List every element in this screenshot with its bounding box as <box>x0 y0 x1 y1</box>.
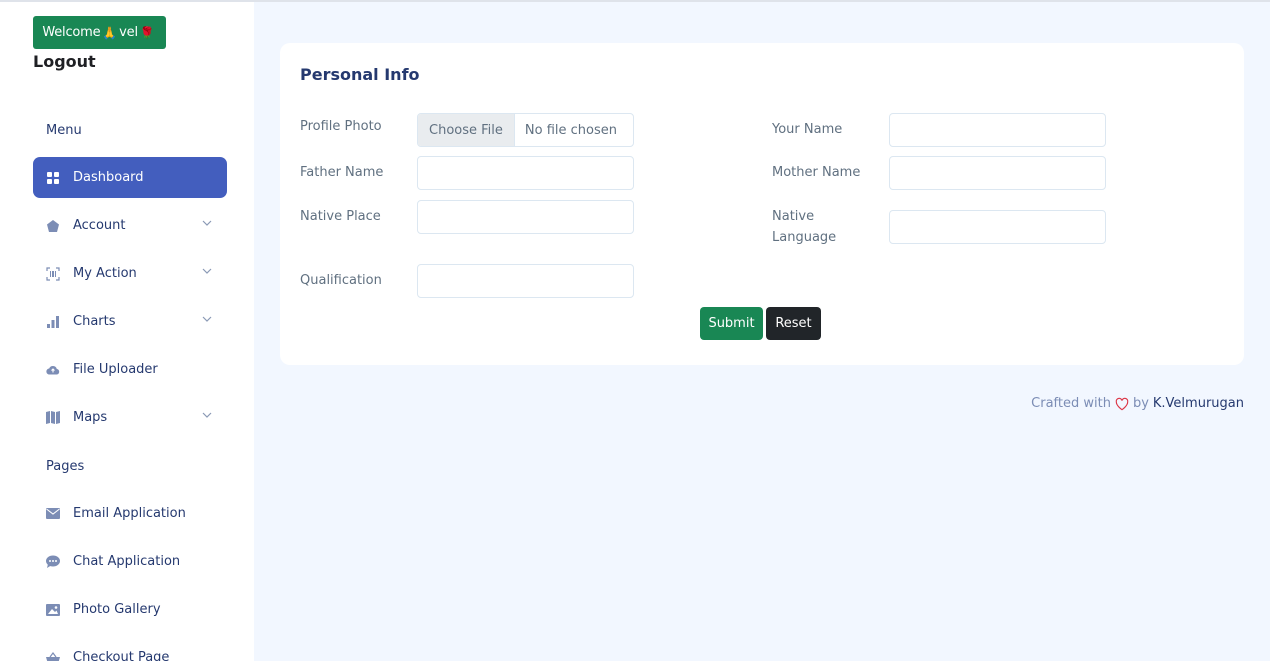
author-link[interactable]: K.Velmurugan <box>1153 396 1244 411</box>
map-icon <box>46 411 60 425</box>
rose-emoji: 🌹 <box>139 25 155 40</box>
qualification-label: Qualification <box>300 273 382 288</box>
welcome-text: Welcome <box>42 25 101 40</box>
menu-section-title: Menu <box>46 123 82 138</box>
sidebar-item-dashboard[interactable]: Dashboard <box>33 157 227 198</box>
mother-name-label: Mother Name <box>772 165 861 180</box>
sidebar-item-photo-gallery[interactable]: Photo Gallery <box>33 589 227 630</box>
choose-file-button[interactable]: Choose File <box>418 114 515 146</box>
logout-link[interactable]: Logout <box>33 52 96 71</box>
chevron-down-icon <box>202 316 212 322</box>
sidebar-item-label: My Action <box>73 266 137 281</box>
personal-info-card: Personal Info Profile Photo Choose File … <box>280 43 1244 365</box>
grid-icon <box>46 171 60 185</box>
sidebar-item-maps[interactable]: Maps <box>33 397 227 438</box>
welcome-badge: Welcome 🙏 vel 🌹 <box>33 16 166 49</box>
envelope-icon <box>46 507 60 521</box>
your-name-label: Your Name <box>772 122 843 137</box>
sidebar-item-email-application[interactable]: Email Application <box>33 493 227 534</box>
sidebar-item-charts[interactable]: Charts <box>33 301 227 342</box>
welcome-user: vel <box>119 25 138 40</box>
bar-chart-icon <box>46 315 60 329</box>
cloud-upload-icon <box>46 363 60 377</box>
sidebar-item-label: Dashboard <box>73 170 144 185</box>
sidebar-item-file-uploader[interactable]: File Uploader <box>33 349 227 390</box>
barcode-icon <box>46 266 60 281</box>
pages-section-title: Pages <box>46 459 85 474</box>
pray-emoji: 🙏 <box>102 25 118 40</box>
native-language-label: Native Language <box>772 206 836 248</box>
card-title: Personal Info <box>300 65 420 84</box>
native-language-input[interactable] <box>889 210 1106 244</box>
sidebar-item-checkout-page[interactable]: Checkout Page <box>33 637 227 661</box>
sidebar-item-label: Charts <box>73 314 116 329</box>
mother-name-input[interactable] <box>889 156 1106 190</box>
sidebar-item-chat-application[interactable]: Chat Application <box>33 541 227 582</box>
native-language-label-line2: Language <box>772 230 837 245</box>
profile-photo-label: Profile Photo <box>300 119 382 134</box>
native-place-label: Native Place <box>300 209 381 224</box>
chat-icon <box>46 555 60 569</box>
native-place-input[interactable] <box>417 200 634 234</box>
sidebar-item-label: Email Application <box>73 506 186 521</box>
chevron-down-icon <box>202 268 212 274</box>
sidebar-item-label: Account <box>73 218 126 233</box>
your-name-input[interactable] <box>889 113 1106 147</box>
sidebar: Welcome 🙏 vel 🌹 Logout Menu Dashboard Ac… <box>0 2 254 661</box>
sidebar-item-label: File Uploader <box>73 362 158 377</box>
father-name-label: Father Name <box>300 165 384 180</box>
profile-photo-file-input[interactable]: Choose File No file chosen <box>417 113 634 147</box>
sidebar-item-label: Maps <box>73 410 108 425</box>
sidebar-item-my-action[interactable]: My Action <box>33 253 227 294</box>
footer-crafted-text: Crafted with <box>1031 396 1111 411</box>
chevron-down-icon <box>202 220 212 226</box>
sidebar-item-account[interactable]: Account <box>33 205 227 246</box>
footer-by-text: by <box>1132 396 1149 411</box>
reset-button[interactable]: Reset <box>766 307 821 340</box>
native-language-label-line1: Native <box>772 209 815 224</box>
sidebar-item-label: Photo Gallery <box>73 602 161 617</box>
sidebar-item-label: Chat Application <box>73 554 181 569</box>
heart-icon <box>1115 397 1129 410</box>
file-status-text: No file chosen <box>524 122 617 138</box>
chevron-down-icon <box>202 412 212 418</box>
sidebar-item-label: Checkout Page <box>73 650 170 661</box>
qualification-input[interactable] <box>417 264 634 298</box>
basket-icon <box>46 651 60 661</box>
image-icon <box>46 603 60 617</box>
submit-button[interactable]: Submit <box>700 307 763 340</box>
footer: Crafted with by K.Velmurugan <box>1031 396 1244 411</box>
father-name-input[interactable] <box>417 156 634 190</box>
pentagon-icon <box>46 219 60 233</box>
